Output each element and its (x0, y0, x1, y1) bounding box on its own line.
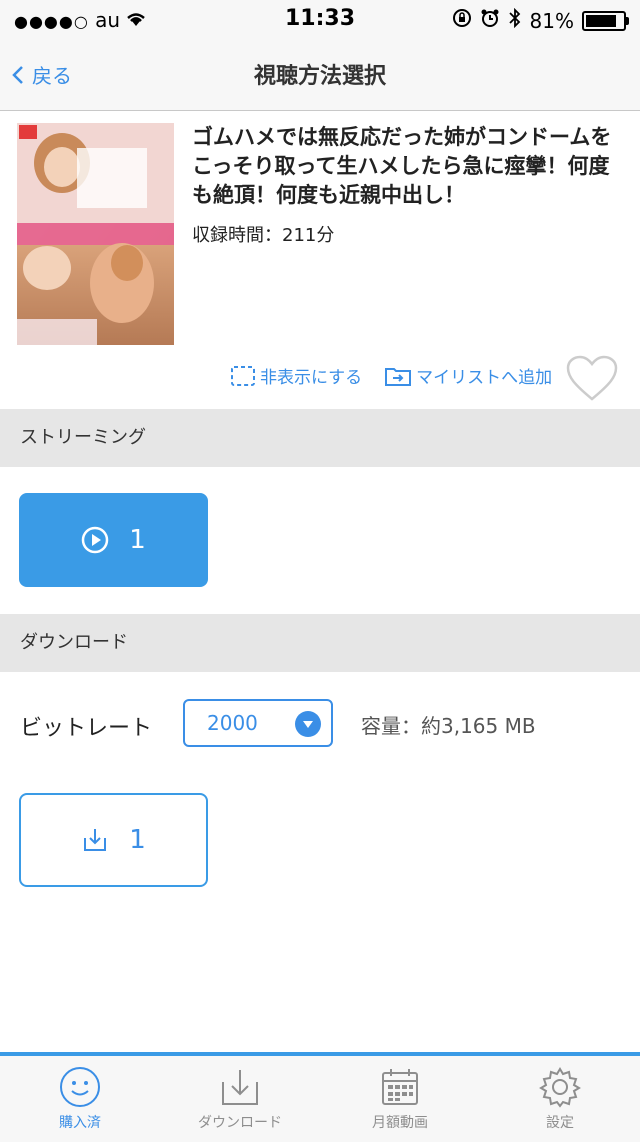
download-button[interactable]: 1 (19, 793, 208, 887)
tab-download[interactable]: ダウンロード (160, 1066, 320, 1132)
hide-icon (231, 365, 255, 386)
add-to-mylist-button[interactable]: マイリストへ追加 (384, 363, 552, 388)
bitrate-select[interactable]: 2000 (183, 699, 333, 747)
tab-download-label: ダウンロード (198, 1115, 282, 1131)
hide-button[interactable]: 非表示にする (230, 363, 362, 388)
alarm-icon (480, 8, 500, 33)
battery-percent: 81% (529, 8, 574, 33)
rotation-lock-icon (452, 8, 472, 33)
product-info: ゴムハメでは無反応だった姉がコンドームをこっそり取って生ハメしたら急に痙攣！何度… (0, 111, 640, 409)
tab-purchased-label: 購入済 (59, 1115, 101, 1131)
mylist-label: マイリストへ追加 (416, 368, 553, 388)
calendar-icon (382, 1069, 418, 1105)
download-header-label: ダウンロード (20, 632, 128, 653)
tab-purchased[interactable]: 購入済 (0, 1066, 160, 1132)
tab-settings[interactable]: 設定 (480, 1066, 640, 1132)
product-actions: 非表示にする マイリストへ追加 (230, 363, 574, 388)
smile-icon (60, 1067, 100, 1107)
tab-settings-label: 設定 (546, 1115, 574, 1131)
status-bar: ●●●●○ au 11:33 81% (0, 0, 640, 38)
navigation-bar: 戻る 視聴方法選択 (0, 38, 640, 111)
streaming-section-header: ストリーミング (0, 409, 640, 467)
stream-play-button[interactable]: 1 (19, 493, 208, 587)
bitrate-label: ビットレート (20, 716, 153, 741)
cover-image[interactable] (17, 123, 174, 345)
tab-bar: 購入済 ダウンロード 月額動画 設定 (0, 1052, 640, 1142)
tab-monthly-label: 月額動画 (372, 1115, 428, 1131)
stream-button-label: 1 (129, 525, 146, 555)
download-tray-icon (222, 1070, 258, 1105)
download-button-label: 1 (129, 825, 146, 855)
tab-monthly[interactable]: 月額動画 (320, 1066, 480, 1132)
battery-icon (582, 10, 629, 31)
gear-icon (539, 1067, 581, 1108)
download-icon (84, 829, 107, 851)
hide-label: 非表示にする (260, 368, 363, 388)
bluetooth-icon (508, 7, 522, 33)
folder-add-icon (385, 367, 412, 386)
play-icon (81, 526, 109, 554)
dropdown-icon (295, 711, 321, 737)
bitrate-value: 2000 (207, 711, 258, 735)
status-right: 81% (452, 7, 629, 33)
download-section-header: ダウンロード (0, 614, 640, 672)
product-title: ゴムハメでは無反応だった姉がコンドームをこっそり取って生ハメしたら急に痙攣！何度… (192, 125, 612, 207)
streaming-header-label: ストリーミング (20, 427, 146, 448)
product-duration: 収録時間：211分 (192, 225, 335, 246)
page-title: 視聴方法選択 (253, 64, 386, 89)
file-capacity: 容量：約3,165 MB (361, 714, 536, 738)
favorite-heart-icon[interactable] (565, 355, 619, 403)
